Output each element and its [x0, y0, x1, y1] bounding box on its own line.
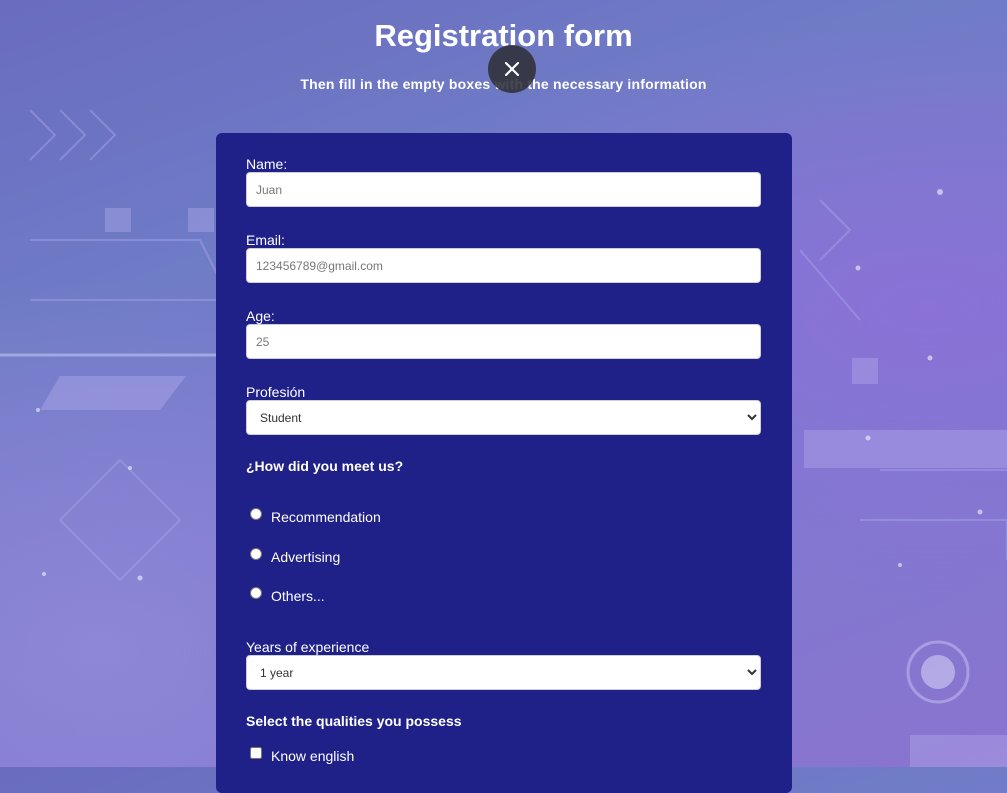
radio-label-advertising: Advertising: [271, 549, 341, 565]
radio-option-others[interactable]: Others...: [250, 585, 325, 604]
name-input[interactable]: [246, 172, 761, 207]
qualities-heading: Select the qualities you possess: [246, 713, 462, 729]
checkbox-know-english[interactable]: [250, 747, 262, 759]
experience-select[interactable]: 1 year: [246, 655, 761, 690]
experience-label: Years of experience: [246, 639, 370, 655]
radio-label-recommendation: Recommendation: [271, 509, 381, 525]
profession-select[interactable]: Student: [246, 400, 761, 435]
quality-option-english[interactable]: Know english: [250, 745, 355, 764]
registration-form-card: Name: Email: Age: Profesión Student ¿How…: [216, 133, 792, 793]
email-input[interactable]: [246, 248, 761, 283]
checkbox-label-know-english: Know english: [271, 748, 355, 764]
email-label: Email:: [246, 232, 285, 248]
radio-option-recommendation[interactable]: Recommendation: [250, 506, 381, 525]
radio-others[interactable]: [250, 587, 262, 599]
radio-option-advertising[interactable]: Advertising: [250, 546, 341, 565]
profession-label: Profesión: [246, 384, 306, 400]
close-icon: [504, 61, 520, 77]
radio-label-others: Others...: [271, 588, 325, 604]
close-button[interactable]: [488, 45, 536, 93]
age-label: Age:: [246, 308, 275, 324]
how-met-heading: ¿How did you meet us?: [246, 458, 404, 474]
age-input[interactable]: [246, 324, 761, 359]
radio-recommendation[interactable]: [250, 508, 262, 520]
radio-advertising[interactable]: [250, 548, 262, 560]
name-label: Name:: [246, 156, 288, 172]
